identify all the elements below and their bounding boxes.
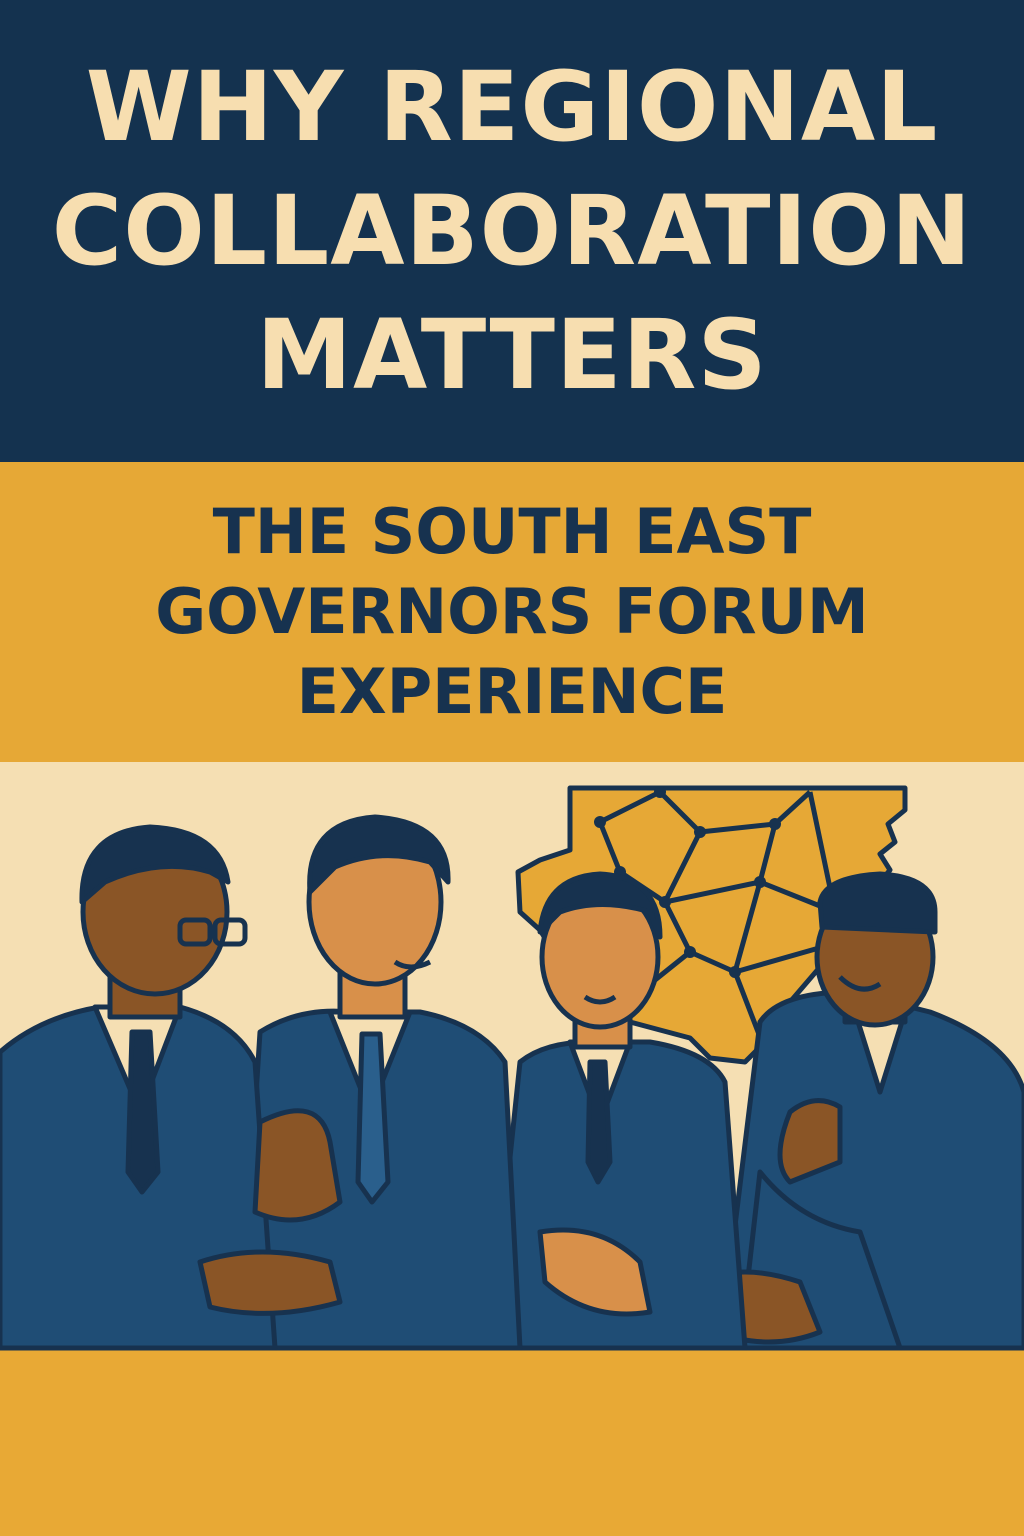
conference-table — [0, 1348, 1024, 1536]
subtitle-line-1: THE SOUTH EAST — [212, 495, 812, 568]
subtitle-line-2: GOVERNORS FORUM — [155, 575, 869, 648]
title-line-2: COLLABORATION — [51, 175, 973, 287]
subtitle-band: THE SOUTH EAST GOVERNORS FORUM EXPERIENC… — [0, 462, 1024, 762]
book-cover: WHY REGIONAL COLLABORATION MATTERS THE S… — [0, 0, 1024, 1536]
title-band: WHY REGIONAL COLLABORATION MATTERS — [0, 0, 1024, 462]
subtitle-line-3: EXPERIENCE — [296, 655, 728, 728]
meeting-illustration — [0, 762, 1024, 1536]
title-line-1: WHY REGIONAL — [85, 51, 939, 163]
title-line-3: MATTERS — [256, 299, 768, 411]
